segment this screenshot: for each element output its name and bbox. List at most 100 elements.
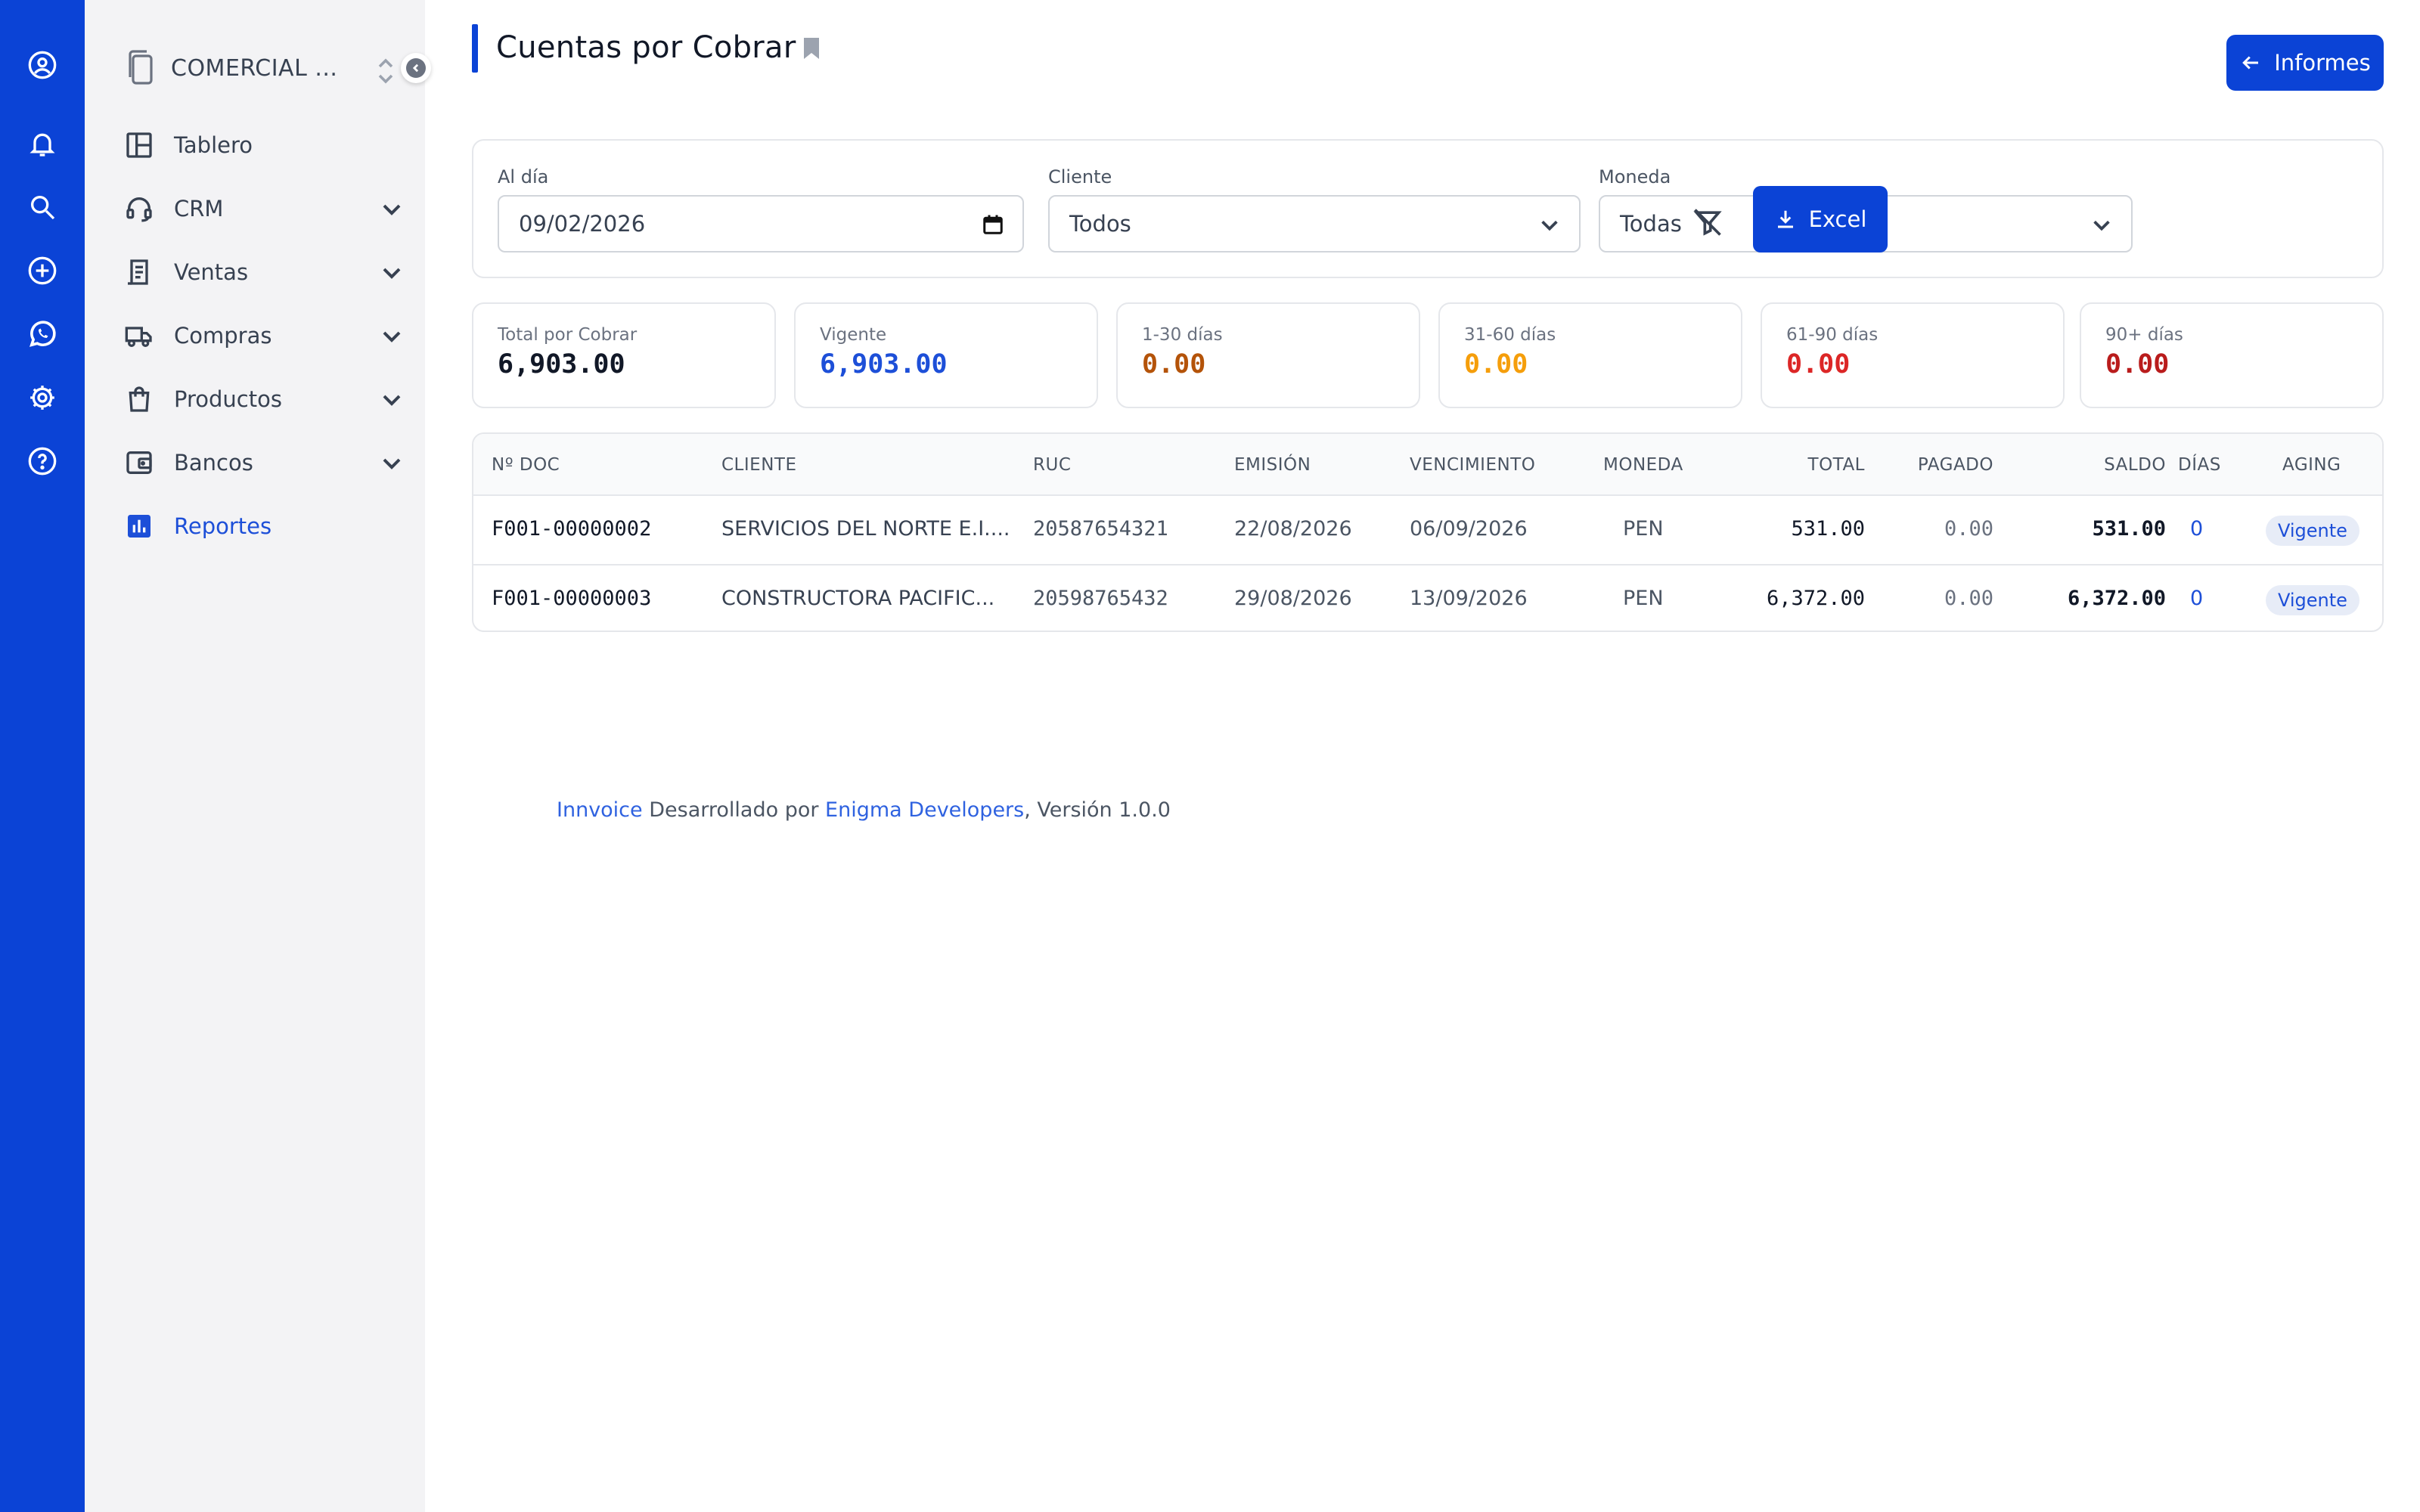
column-header-moneda[interactable]: MONEDA: [1603, 455, 1683, 475]
sidebar-item-label: CRM: [174, 196, 224, 222]
chevron-down-icon[interactable]: [380, 197, 404, 221]
documents-icon: [129, 50, 153, 85]
footer-version: , Versión 1.0.0: [1024, 798, 1171, 822]
cell-doc: F001-00000003: [492, 587, 652, 610]
sidebar-item-crm[interactable]: CRM: [124, 187, 404, 230]
column-header-pagado[interactable]: PAGADO: [1880, 455, 1993, 475]
chevron-down-icon[interactable]: [380, 387, 404, 411]
cell-total: 6,372.00: [1766, 587, 1865, 610]
stat-label: 90+ días: [2105, 325, 2183, 345]
column-header-total[interactable]: TOTAL: [1759, 455, 1865, 475]
stat-label: Vigente: [820, 325, 887, 345]
chevron-down-icon: [1541, 220, 1558, 231]
plus-circle-icon[interactable]: [27, 256, 57, 286]
footer-text: Desarrollado por: [642, 798, 826, 822]
receivables-table: Nº DOC CLIENTE RUC EMISIÓN VENCIMIENTO M…: [472, 432, 2384, 632]
sidebar-item-ventas[interactable]: Ventas: [124, 251, 404, 293]
client-value: Todos: [1069, 211, 1131, 237]
cell-ruc: 20587654321: [1033, 517, 1168, 541]
stat-value: 6,903.00: [820, 349, 948, 380]
user-circle-icon[interactable]: [27, 50, 57, 80]
cell-vencimiento: 06/09/2026: [1410, 517, 1528, 541]
receipt-icon: [124, 257, 154, 287]
column-header-aging[interactable]: AGING: [2282, 455, 2341, 475]
sidebar-item-tablero[interactable]: Tablero: [124, 124, 404, 166]
date-label: Al día: [498, 166, 549, 187]
sidebar-item-compras[interactable]: Compras: [124, 314, 404, 357]
cell-pagado: 0.00: [1944, 517, 1993, 541]
sidebar-item-label: Compras: [174, 323, 272, 349]
cell-doc: F001-00000002: [492, 517, 652, 541]
company-name: COMERCIAL ...: [171, 54, 338, 82]
column-header-ruc[interactable]: RUC: [1033, 455, 1071, 475]
stat-card-total: Total por Cobrar 6,903.00: [472, 302, 776, 408]
cell-moneda: PEN: [1623, 587, 1664, 610]
footer: Innvoice Desarrollado por Enigma Develop…: [557, 798, 1171, 822]
column-header-dias[interactable]: DÍAS: [2178, 455, 2221, 475]
cell-vencimiento: 13/09/2026: [1410, 587, 1528, 610]
wallet-icon: [124, 448, 154, 478]
filter-panel: Al día 09/02/2026 Cliente Todos Moneda T…: [472, 139, 2384, 278]
headset-icon: [124, 194, 154, 224]
sidebar-item-label: Productos: [174, 386, 282, 412]
client-select[interactable]: Todos: [1048, 195, 1581, 253]
cell-total: 531.00: [1791, 517, 1865, 541]
currency-value: Todas: [1620, 211, 1682, 237]
stat-card-31-60: 31-60 días 0.00: [1438, 302, 1742, 408]
cell-dias: 0: [2190, 517, 2204, 541]
collapse-sidebar-button[interactable]: [401, 53, 431, 83]
bell-icon[interactable]: [27, 129, 57, 159]
stat-label: 61-90 días: [1786, 325, 1879, 345]
sidebar-item-productos[interactable]: Productos: [124, 378, 404, 420]
stat-card-1-30: 1-30 días 0.00: [1116, 302, 1420, 408]
whatsapp-icon[interactable]: [27, 319, 57, 349]
search-icon[interactable]: [27, 192, 57, 222]
sidebar-item-label: Bancos: [174, 450, 253, 476]
table-header: Nº DOC CLIENTE RUC EMISIÓN VENCIMIENTO M…: [473, 434, 2382, 496]
column-header-doc[interactable]: Nº DOC: [492, 455, 560, 475]
sidebar-item-label: Tablero: [174, 132, 253, 158]
help-circle-icon[interactable]: [27, 446, 57, 476]
chevron-down-icon[interactable]: [380, 260, 404, 284]
clear-filter-icon[interactable]: [1691, 206, 1724, 239]
stat-card-90-plus: 90+ días 0.00: [2080, 302, 2384, 408]
shopping-bag-icon: [124, 384, 154, 414]
cell-saldo: 6,372.00: [2067, 587, 2166, 610]
chevron-left-icon: [412, 64, 419, 73]
aging-badge: Vigente: [2266, 585, 2360, 615]
column-header-cliente[interactable]: CLIENTE: [721, 455, 796, 475]
sidebar-item-reportes[interactable]: Reportes: [124, 505, 404, 547]
stat-label: 31-60 días: [1464, 325, 1556, 345]
table-row[interactable]: F001-00000003 CONSTRUCTORA PACIFIC... 20…: [473, 564, 2382, 631]
bookmark-icon[interactable]: [802, 36, 821, 60]
cell-pagado: 0.00: [1944, 587, 1993, 610]
informes-button-label: Informes: [2274, 50, 2371, 76]
developer-link[interactable]: Enigma Developers: [825, 798, 1024, 822]
dashboard-icon: [124, 130, 154, 160]
cell-moneda: PEN: [1623, 517, 1664, 541]
column-header-emision[interactable]: EMISIÓN: [1234, 455, 1311, 475]
stat-value: 0.00: [1786, 349, 1851, 380]
excel-button-label: Excel: [1808, 206, 1867, 232]
bar-chart-icon: [124, 511, 154, 541]
cell-cliente: CONSTRUCTORA PACIFIC...: [721, 587, 995, 610]
product-link[interactable]: Innvoice: [557, 798, 643, 822]
table-row[interactable]: F001-00000002 SERVICIOS DEL NORTE E.I...…: [473, 496, 2382, 564]
chevron-down-icon[interactable]: [380, 324, 404, 348]
excel-export-button[interactable]: Excel: [1753, 186, 1888, 253]
calendar-icon[interactable]: [982, 213, 1004, 236]
client-label: Cliente: [1048, 166, 1112, 187]
sidebar: COMERCIAL ... Tablero CRM Ventas Compras…: [85, 0, 431, 1512]
informes-button[interactable]: Informes: [2226, 35, 2384, 91]
column-header-vencimiento[interactable]: VENCIMIENTO: [1410, 455, 1535, 475]
chevron-up-down-icon[interactable]: [375, 56, 396, 86]
chevron-down-icon[interactable]: [380, 451, 404, 475]
date-value: 09/02/2026: [519, 211, 646, 237]
stat-label: Total por Cobrar: [498, 325, 638, 345]
gear-icon[interactable]: [27, 383, 57, 413]
company-selector[interactable]: COMERCIAL ...: [124, 48, 396, 88]
sidebar-item-bancos[interactable]: Bancos: [124, 442, 404, 484]
date-input[interactable]: 09/02/2026: [498, 195, 1024, 253]
column-header-saldo[interactable]: SALDO: [2016, 455, 2166, 475]
cell-saldo: 531.00: [2092, 517, 2166, 541]
